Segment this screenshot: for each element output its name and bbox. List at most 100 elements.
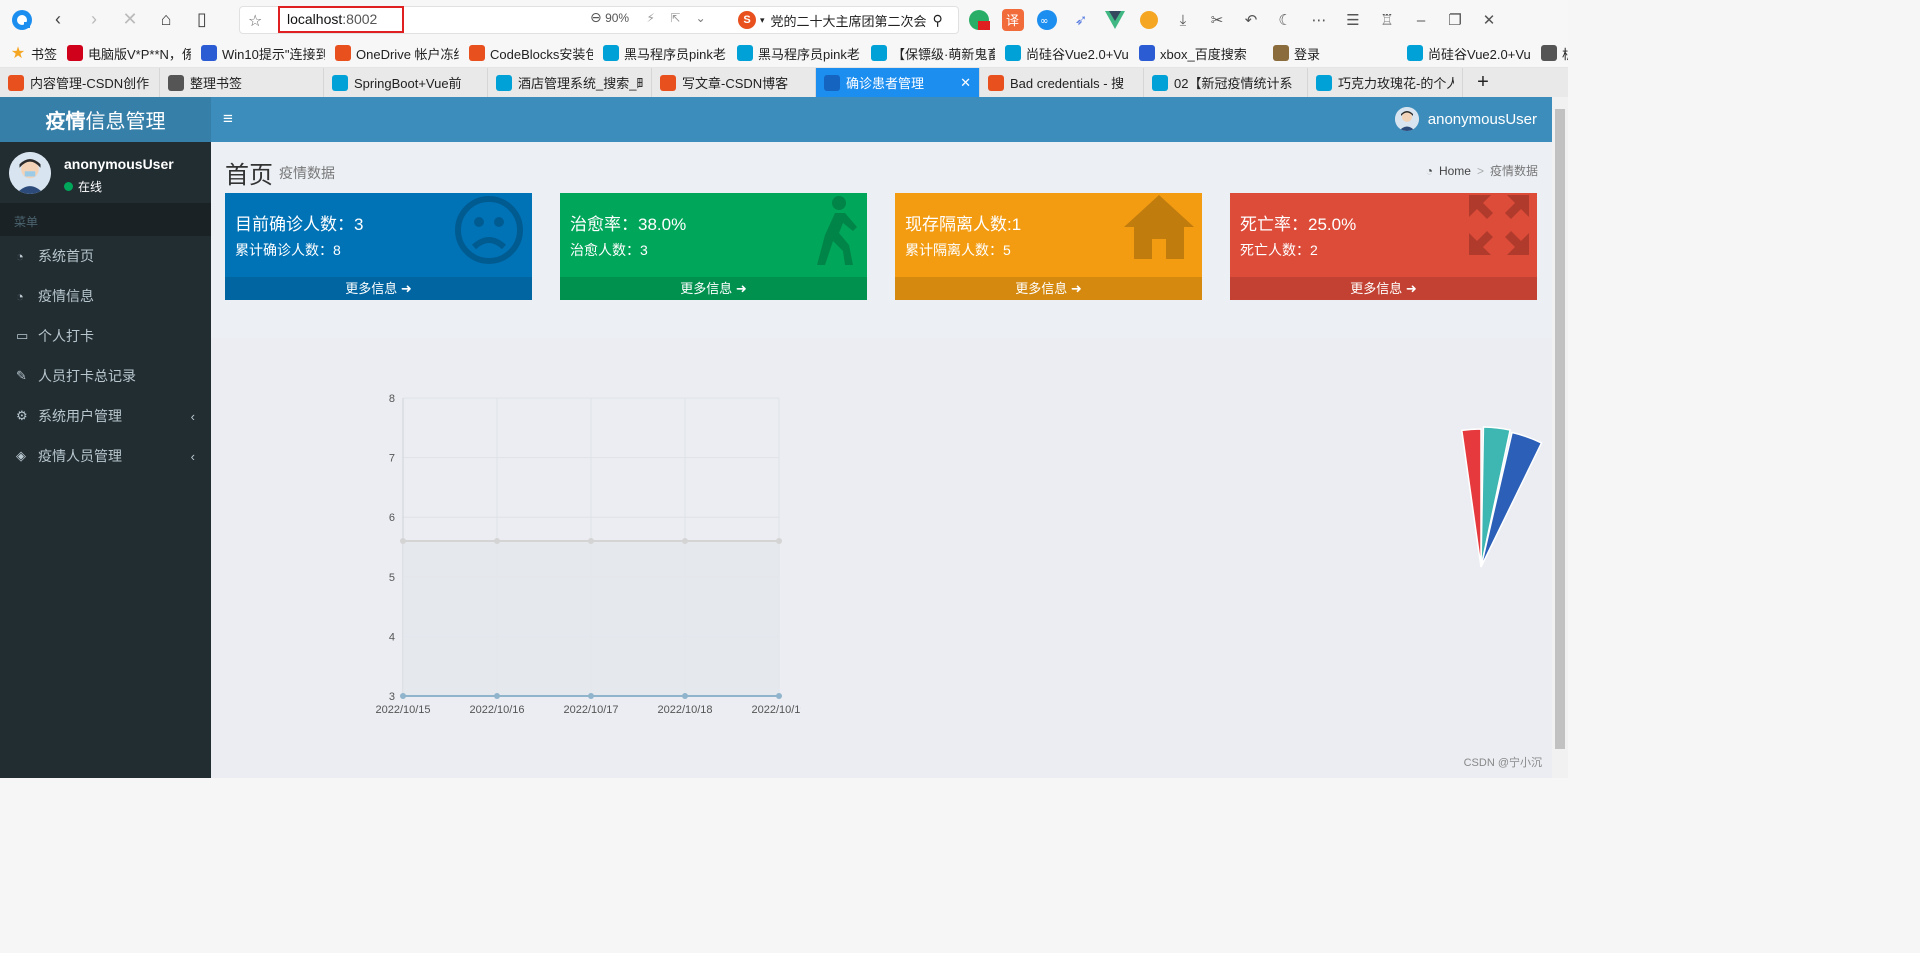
tab-close-icon[interactable]: ✕ — [960, 75, 971, 91]
sidebar-item[interactable]: ◔ 疫情信息 — [0, 276, 211, 316]
bilibili-ext-icon[interactable]: ∞ — [1034, 7, 1060, 33]
bookmark-item[interactable]: 【保镖级·萌新鬼畜 — [871, 44, 995, 63]
bookmark-item[interactable]: 析构函 — [1541, 44, 1568, 63]
zoom-level[interactable]: ⊖ 90% ⚡ ⇱ ⌄ — [590, 9, 706, 26]
bookmark-item[interactable]: 尚硅谷Vue2.0+Vu — [1005, 44, 1129, 63]
data-point — [588, 538, 594, 545]
bookmark-item[interactable]: CodeBlocks安装包 — [469, 44, 593, 63]
navbar-user-menu[interactable]: anonymousUser — [1394, 107, 1537, 131]
bookmark-item[interactable]: 电脑版V*P**N，係 — [67, 44, 191, 63]
more-info-link[interactable]: 更多信息 ➜ — [560, 277, 867, 300]
download-icon[interactable]: ⤓ — [1170, 7, 1196, 33]
logo-bold-text: 疫情 — [45, 111, 86, 133]
more-info-link[interactable]: 更多信息 ➜ — [1230, 277, 1537, 300]
tab[interactable]: 酒店管理系统_搜索_町 — [488, 68, 652, 97]
app-logo[interactable]: 疫情 信息管理 — [0, 97, 211, 142]
bookmark-favicon-icon — [67, 45, 84, 61]
data-point — [494, 693, 500, 699]
bookmark-label: xbox_百度搜索 — [1160, 46, 1247, 62]
scrollbar-thumb[interactable] — [1555, 109, 1565, 749]
back-icon[interactable]: ‹ — [40, 5, 76, 35]
orange-ext-icon[interactable] — [1136, 7, 1162, 33]
star-icon[interactable]: ☆ — [248, 11, 262, 31]
chevron-down-icon[interactable]: ⌄ — [696, 11, 706, 25]
navbar-username: anonymousUser — [1427, 110, 1537, 128]
moon-icon[interactable]: ☾ — [1272, 7, 1298, 33]
trend-line-chart: 3 4 5 6 7 8 2022/10/15 2022/10/16 2022/10/17 2022… — [375, 393, 801, 716]
dashboard-icon: ◔ — [1425, 163, 1433, 178]
zoom-out-icon[interactable]: ⊖ — [590, 9, 602, 25]
more-info-link[interactable]: 更多信息 ➜ — [895, 277, 1202, 300]
stop-icon[interactable]: ✕ — [112, 5, 148, 35]
sidebar-item[interactable]: ◔ 系统首页 — [0, 236, 211, 276]
home-icon[interactable]: ⌂ — [148, 5, 184, 35]
more-info-link[interactable]: 更多信息 ➜ — [225, 277, 532, 300]
vue-ext-icon[interactable] — [1102, 7, 1128, 33]
sidebar-toggle-icon[interactable]: ≡ — [223, 109, 233, 129]
tab[interactable]: 巧克力玫瑰花-的个人 — [1308, 68, 1463, 97]
menu-icon[interactable]: ☰ — [1340, 7, 1366, 33]
sidebar-item[interactable]: ▭ 个人打卡 — [0, 316, 211, 356]
flash-icon[interactable]: ⚡ — [646, 11, 654, 25]
more-icon[interactable]: ⋯ — [1306, 7, 1332, 33]
new-tab-icon[interactable]: + — [1463, 68, 1503, 97]
bookmark-favicon-icon — [1273, 45, 1290, 61]
browser-logo-icon[interactable] — [4, 5, 40, 35]
wechat-ext-icon[interactable] — [966, 7, 992, 33]
page-subtitle: 疫情数据 — [279, 165, 335, 181]
bookmarks-bar: ★ 书签 电脑版V*P**N，係 Win10提示"连接到 OneDrive 帐户… — [0, 39, 1568, 68]
user-panel: anonymousUser 在线 — [9, 152, 174, 195]
bookmark-item[interactable]: Win10提示"连接到 — [201, 44, 325, 63]
tab-active[interactable]: 确诊患者管理 ✕ — [816, 68, 980, 97]
user-avatar — [9, 152, 51, 194]
bookmark-label: Win10提示"连接到 — [222, 46, 326, 62]
data-point — [588, 693, 594, 699]
url-text[interactable]: localhost:8002 — [278, 6, 404, 33]
tab[interactable]: 写文章-CSDN博客 — [652, 68, 816, 97]
tab-favicon-icon — [332, 74, 348, 91]
tab[interactable]: Bad credentials - 搜 — [980, 68, 1144, 97]
bookmark-item[interactable]: 尚硅谷Vue2.0+Vu — [1407, 44, 1531, 63]
tab[interactable]: 整理书签 — [160, 68, 324, 97]
sidebar-item[interactable]: ✎ 人员打卡总记录 — [0, 356, 211, 396]
bookmark-item[interactable]: 黑马程序员pink老 — [737, 44, 861, 63]
zoom-value: 90% — [605, 11, 630, 25]
series-area — [403, 541, 779, 696]
share-icon[interactable]: ⇱ — [670, 11, 680, 25]
home-icon — [1124, 195, 1194, 271]
sidebar-item[interactable]: ◈ 疫情人员管理 ‹ — [0, 436, 211, 476]
search-box[interactable]: S ▾ 党的二十大主席团第二次会 ⚲ — [738, 6, 956, 34]
info-box-secondary: 治愈人数：3 — [570, 242, 648, 258]
tab[interactable]: 内容管理-CSDN创作 — [0, 68, 160, 97]
search-text[interactable]: 党的二十大主席团第二次会 — [771, 11, 927, 30]
tab-favicon-icon — [496, 74, 512, 91]
x-tick-label: 2022/10/16 — [469, 704, 524, 716]
bird-ext-icon[interactable]: ➶ — [1068, 7, 1094, 33]
bookmark-item[interactable]: 登录 — [1273, 44, 1397, 63]
breadcrumb-separator: > — [1476, 163, 1484, 178]
scissors-icon[interactable]: ✂ — [1204, 7, 1230, 33]
translate-icon[interactable]: 译 — [1000, 7, 1026, 33]
sidebar-item[interactable]: ⚙ 系统用户管理 ‹ — [0, 396, 211, 436]
undo-icon[interactable]: ↶ — [1238, 7, 1264, 33]
bookmark-item[interactable]: xbox_百度搜索 — [1139, 44, 1263, 63]
reader-icon[interactable]: ▯ — [184, 5, 220, 35]
bookmark-item[interactable]: ★ 书签 — [10, 44, 57, 63]
breadcrumb-home[interactable]: Home — [1439, 164, 1471, 178]
forward-icon[interactable]: › — [76, 5, 112, 35]
restore-icon[interactable]: ❐ — [1442, 7, 1468, 33]
bookmark-label: 黑马程序员pink老 — [758, 46, 860, 62]
tab-strip: 内容管理-CSDN创作 整理书签 SpringBoot+Vue前 酒店管理系统_… — [0, 68, 1568, 97]
shirt-icon[interactable]: ♖ — [1374, 7, 1400, 33]
page-scrollbar[interactable] — [1552, 97, 1568, 778]
tab[interactable]: 02【新冠疫情统计系 — [1144, 68, 1308, 97]
search-engine-chevron-icon[interactable]: ▾ — [760, 15, 765, 26]
tab[interactable]: SpringBoot+Vue前 — [324, 68, 488, 97]
bookmark-item[interactable]: 黑马程序员pink老 — [603, 44, 727, 63]
minimize-icon[interactable]: – — [1408, 7, 1434, 33]
search-icon[interactable]: ⚲ — [933, 12, 943, 29]
more-info-label: 更多信息 — [345, 281, 398, 296]
watermark: CSDN @宁小沉 — [1463, 757, 1542, 769]
bookmark-item[interactable]: OneDrive 帐户冻结 — [335, 44, 459, 63]
close-icon[interactable]: ✕ — [1476, 7, 1502, 33]
